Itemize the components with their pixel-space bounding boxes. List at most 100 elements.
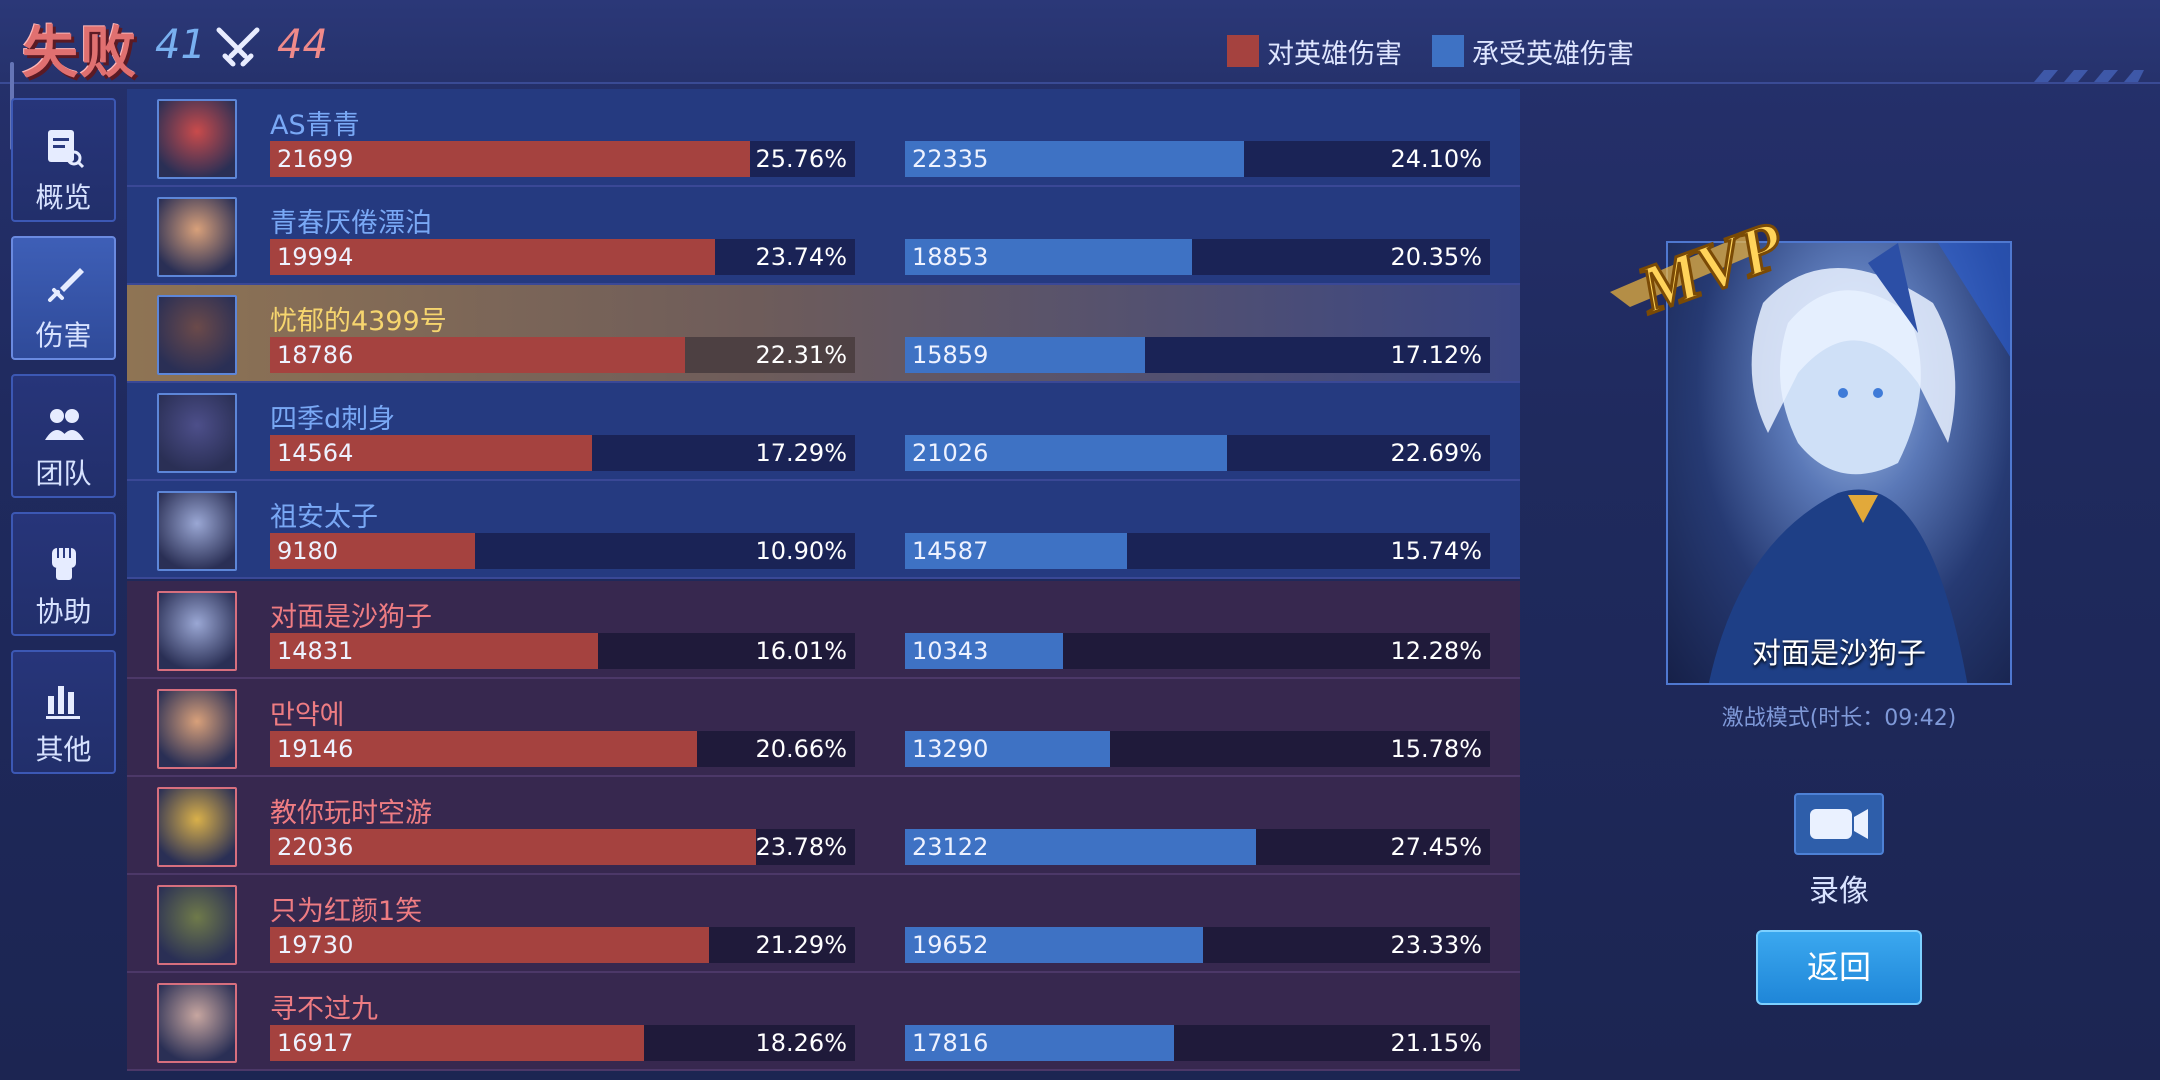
player-row[interactable]: 青春厌倦漂泊 19994 23.74% 18853 20.35% (127, 187, 1520, 285)
mvp-badge-text: MVP (1627, 206, 1793, 328)
damage-dealt-bar: 19146 20.66% (270, 731, 855, 767)
player-row[interactable]: AS青青 21699 25.76% 22335 24.10% (127, 89, 1520, 187)
nav-damage[interactable]: 伤害 (11, 236, 116, 360)
hero-avatar[interactable] (157, 197, 237, 277)
hero-avatar[interactable] (157, 983, 237, 1063)
mvp-badge-icon: MVP (1610, 205, 1795, 330)
damage-dealt-value: 19994 (277, 243, 354, 271)
player-row[interactable]: 四季d刺身 14564 17.29% 21026 22.69% (127, 383, 1520, 481)
damage-taken-bar: 14587 15.74% (905, 533, 1490, 569)
nav-other[interactable]: 其他 (11, 650, 116, 774)
damage-taken-value: 22335 (912, 145, 989, 173)
player-name: 만약에 (270, 700, 345, 731)
damage-dealt-percent: 17.29% (755, 439, 847, 467)
record-label: 录像 (1809, 874, 1869, 909)
damage-dealt-percent: 23.78% (755, 833, 847, 861)
damage-taken-bar: 10343 12.28% (905, 633, 1490, 669)
legend-damage-dealt: 对英雄伤害 (1227, 34, 1402, 70)
legend-swatch-dealt (1227, 35, 1259, 67)
player-row[interactable]: 寻不过九 16917 18.26% 17816 21.15% (127, 973, 1520, 1071)
damage-dealt-percent: 20.66% (755, 735, 847, 763)
team-icon (44, 409, 84, 440)
damage-taken-value: 17816 (912, 1029, 989, 1057)
player-row[interactable]: 忧郁的4399号 18786 22.31% 15859 17.12% (127, 285, 1520, 383)
hero-avatar[interactable] (157, 99, 237, 179)
nav-overview[interactable]: 概览 (11, 98, 116, 222)
damage-taken-bar: 18853 20.35% (905, 239, 1490, 275)
player-name: 寻不过九 (270, 994, 378, 1025)
damage-dealt-percent: 25.76% (755, 145, 847, 173)
nav-team[interactable]: 团队 (11, 374, 116, 498)
damage-taken-value: 14587 (912, 537, 989, 565)
legend-swatch-taken (1432, 35, 1464, 67)
damage-dealt-value: 14831 (277, 637, 354, 665)
damage-taken-percent: 23.33% (1390, 931, 1482, 959)
player-name: 祖安太子 (270, 502, 378, 533)
player-row[interactable]: 祖安太子 9180 10.90% 14587 15.74% (127, 481, 1520, 579)
damage-taken-value: 10343 (912, 637, 989, 665)
nav-damage-label: 伤害 (35, 319, 92, 352)
damage-dealt-percent: 22.31% (755, 341, 847, 369)
damage-taken-value: 13290 (912, 735, 989, 763)
legend-dealt-label: 对英雄伤害 (1267, 38, 1402, 70)
damage-taken-bar: 17816 21.15% (905, 1025, 1490, 1061)
hero-avatar[interactable] (157, 787, 237, 867)
damage-dealt-bar: 18786 22.31% (270, 337, 855, 373)
fist-icon (51, 548, 76, 580)
nav-other-label: 其他 (35, 733, 92, 766)
damage-taken-percent: 15.78% (1390, 735, 1482, 763)
nav-overview-label: 概览 (35, 181, 92, 214)
damage-dealt-bar: 21699 25.76% (270, 141, 855, 177)
damage-dealt-value: 19146 (277, 735, 354, 763)
nav-team-label: 团队 (35, 457, 92, 490)
hero-avatar[interactable] (157, 393, 237, 473)
damage-dealt-value: 22036 (277, 833, 354, 861)
damage-taken-value: 21026 (912, 439, 989, 467)
damage-dealt-bar: 19994 23.74% (270, 239, 855, 275)
damage-taken-bar: 23122 27.45% (905, 829, 1490, 865)
damage-dealt-bar: 14831 16.01% (270, 633, 855, 669)
document-search-icon (47, 130, 84, 169)
crossed-swords-icon (216, 27, 260, 67)
legend-taken-label: 承受英雄伤害 (1472, 38, 1634, 70)
damage-taken-percent: 20.35% (1390, 243, 1482, 271)
nav-assist-label: 协助 (35, 595, 92, 628)
damage-taken-value: 15859 (912, 341, 989, 369)
damage-table: AS青青 21699 25.76% 22335 24.10% 青春厌倦漂泊 19994 23.… (127, 89, 1520, 1080)
sword-icon (47, 268, 84, 302)
damage-taken-percent: 24.10% (1390, 145, 1482, 173)
damage-dealt-value: 21699 (277, 145, 354, 173)
header-stripe-decoration (2034, 70, 2144, 82)
player-row[interactable]: 만약에 19146 20.66% 13290 15.78% (127, 679, 1520, 777)
player-row[interactable]: 只为红颜1笑 19730 21.29% 19652 23.33% (127, 875, 1520, 973)
hero-avatar[interactable] (157, 885, 237, 965)
damage-dealt-bar: 9180 10.90% (270, 533, 855, 569)
player-row[interactable]: 对面是沙狗子 14831 16.01% 10343 12.28% (127, 581, 1520, 679)
damage-taken-bar: 15859 17.12% (905, 337, 1490, 373)
player-name: AS青青 (270, 110, 360, 141)
hero-avatar[interactable] (157, 295, 237, 375)
hero-avatar[interactable] (157, 591, 237, 671)
damage-dealt-value: 18786 (277, 341, 354, 369)
damage-dealt-percent: 16.01% (755, 637, 847, 665)
bar-chart-icon (45, 686, 80, 719)
damage-dealt-value: 9180 (277, 537, 339, 565)
back-button[interactable]: 返回 (1756, 930, 1922, 1005)
player-name: 青春厌倦漂泊 (270, 208, 432, 239)
hero-avatar[interactable] (157, 491, 237, 571)
player-row[interactable]: 教你玩时空游 22036 23.78% 23122 27.45% (127, 777, 1520, 875)
mvp-player-name: 对面是沙狗子 (1751, 636, 1926, 670)
damage-taken-percent: 27.45% (1390, 833, 1482, 861)
nav-assist[interactable]: 协助 (11, 512, 116, 636)
damage-dealt-percent: 23.74% (755, 243, 847, 271)
damage-dealt-bar: 14564 17.29% (270, 435, 855, 471)
player-name: 教你玩时空游 (270, 798, 432, 829)
legend-damage-taken: 承受英雄伤害 (1432, 34, 1634, 70)
hero-avatar[interactable] (157, 689, 237, 769)
record-button[interactable] (1794, 793, 1884, 855)
damage-taken-bar: 21026 22.69% (905, 435, 1490, 471)
damage-dealt-bar: 19730 21.29% (270, 927, 855, 963)
damage-dealt-value: 16917 (277, 1029, 354, 1057)
damage-taken-percent: 15.74% (1390, 537, 1482, 565)
player-name: 只为红颜1笑 (270, 896, 423, 927)
